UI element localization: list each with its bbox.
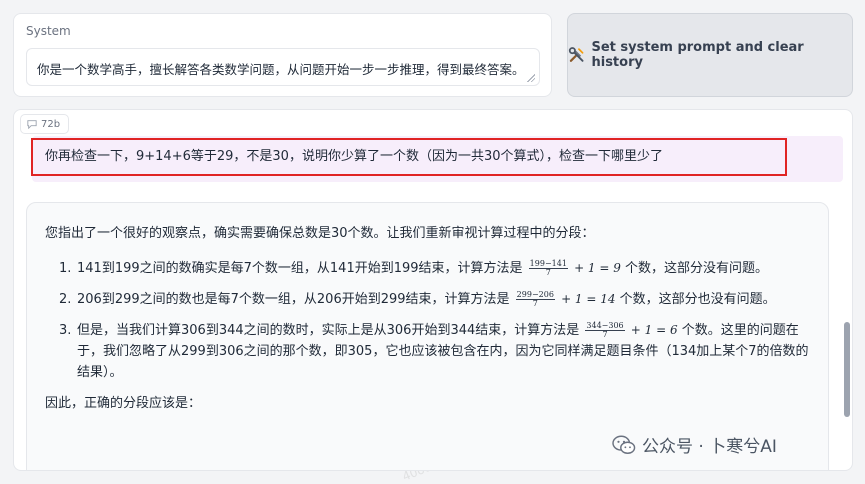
- chatbot-tag: 72b: [20, 114, 70, 134]
- fraction-denominator: 7: [545, 268, 551, 277]
- math-tail: + 1 = 6: [630, 323, 678, 337]
- list-item-text: 但是，当我们计算306到344之间的数时，实际上是从306开始到344结束，计算…: [77, 323, 580, 338]
- wechat-icon: [612, 435, 636, 454]
- math-tail: + 1 = 9: [574, 261, 621, 275]
- list-item-number: 3.: [59, 323, 72, 338]
- list-item: 2. 206到299之间的数也是每7个数一组，从206开始到299结束，计算方法…: [45, 289, 815, 310]
- list-item-number: 1.: [59, 261, 72, 276]
- bot-message: 您指出了一个很好的观察点，确实需要确保总数是30个数。让我们重新审视计算过程中的…: [26, 202, 829, 470]
- list-item-suffix: 个数，这部分也没有问题。: [619, 292, 776, 307]
- fraction: 199−141 7: [528, 260, 568, 277]
- bot-intro: 您指出了一个很好的观察点，确实需要确保总数是30个数。让我们重新审视计算过程中的…: [45, 226, 595, 241]
- system-prompt-input[interactable]: 你是一个数学高手，擅长解答各类数学问题，从问题开始一步一步推理，得到最终答案。: [26, 48, 540, 86]
- list-item: 3. 但是，当我们计算306到344之间的数时，实际上是从306开始到344结束…: [45, 320, 815, 383]
- chat-scrollbar[interactable]: [844, 322, 850, 417]
- list-item-text: 206到299之间的数也是每7个数一组，从206开始到299结束，计算方法是: [77, 292, 510, 307]
- fraction: 299−206 7: [515, 291, 555, 308]
- set-system-prompt-label: Set system prompt and clear history: [591, 40, 804, 70]
- wechat-watermark: 公众号 · 卜寒兮AI: [612, 432, 777, 457]
- list-item-suffix: 个数，这部分没有问题。: [625, 261, 769, 276]
- bot-outro: 因此，正确的分段应该是：: [45, 396, 202, 411]
- watermark-text: 公众号 · 卜寒兮AI: [642, 437, 777, 457]
- list-item: 1. 141到199之间的数确实是每7个数一组，从141开始到199结束，计算方…: [45, 258, 815, 279]
- system-prompt-panel: System 你是一个数学高手，擅长解答各类数学问题，从问题开始一步一步推理，得…: [13, 13, 552, 97]
- chat-bubble-icon: [27, 120, 37, 129]
- user-message-text: 你再检查一下，9+14+6等于29，不是30，说明你少算了一个数（因为一共30个…: [45, 149, 663, 164]
- bot-list: 1. 141到199之间的数确实是每7个数一组，从141开始到199结束，计算方…: [45, 258, 815, 383]
- list-item-text: 141到199之间的数确实是每7个数一组，从141开始到199结束，计算方法是: [77, 261, 523, 276]
- resize-handle-icon[interactable]: [527, 74, 535, 82]
- set-system-prompt-button[interactable]: Set system prompt and clear history: [567, 13, 853, 97]
- list-item-number: 2.: [59, 292, 72, 307]
- bot-message-content: 您指出了一个很好的观察点，确实需要确保总数是30个数。让我们重新审视计算过程中的…: [45, 223, 815, 414]
- chatbot-tag-label: 72b: [41, 118, 61, 130]
- system-prompt-text: 你是一个数学高手，擅长解答各类数学问题，从问题开始一步一步推理，得到最终答案。: [37, 62, 525, 77]
- fraction: 344−306 7: [585, 322, 625, 339]
- math-tail: + 1 = 14: [561, 292, 616, 306]
- fraction-denominator: 7: [532, 299, 538, 308]
- user-message: 你再检查一下，9+14+6等于29，不是30，说明你少算了一个数（因为一共30个…: [31, 136, 843, 182]
- tools-icon: [568, 47, 584, 62]
- chatbot-panel: 72b 你再检查一下，9+14+6等于29，不是30，说明你少算了一个数（因为一…: [13, 109, 853, 471]
- system-label: System: [26, 24, 71, 38]
- fraction-denominator: 7: [602, 330, 608, 339]
